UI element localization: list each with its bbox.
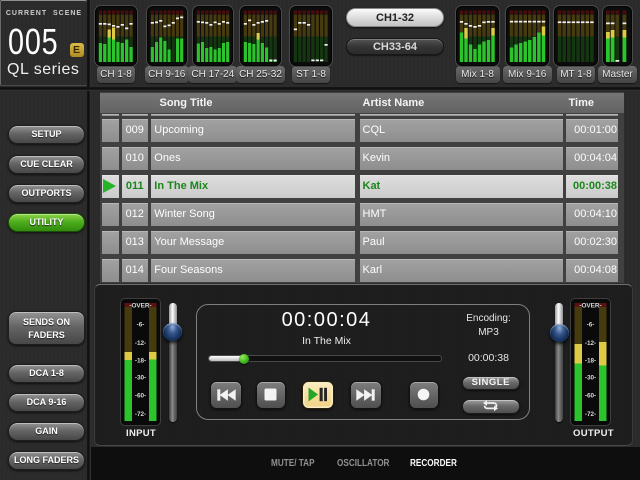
svg-text:-60-: -60- bbox=[585, 393, 596, 400]
svg-text:-60-: -60- bbox=[135, 393, 146, 400]
svg-text:-18-: -18- bbox=[585, 358, 596, 365]
svg-text:-30-: -30- bbox=[585, 375, 596, 382]
svg-text:-OVER-: -OVER- bbox=[129, 303, 151, 310]
svg-text:-72-: -72- bbox=[135, 411, 146, 418]
svg-text:-OVER-: -OVER- bbox=[579, 303, 601, 310]
svg-text:-30-: -30- bbox=[135, 375, 146, 382]
svg-text:-72-: -72- bbox=[585, 411, 596, 418]
svg-text:-12-: -12- bbox=[135, 340, 146, 347]
svg-text:-12-: -12- bbox=[585, 340, 596, 347]
svg-text:-6-: -6- bbox=[137, 322, 145, 329]
svg-text:-6-: -6- bbox=[587, 322, 595, 329]
svg-text:-18-: -18- bbox=[135, 358, 146, 365]
